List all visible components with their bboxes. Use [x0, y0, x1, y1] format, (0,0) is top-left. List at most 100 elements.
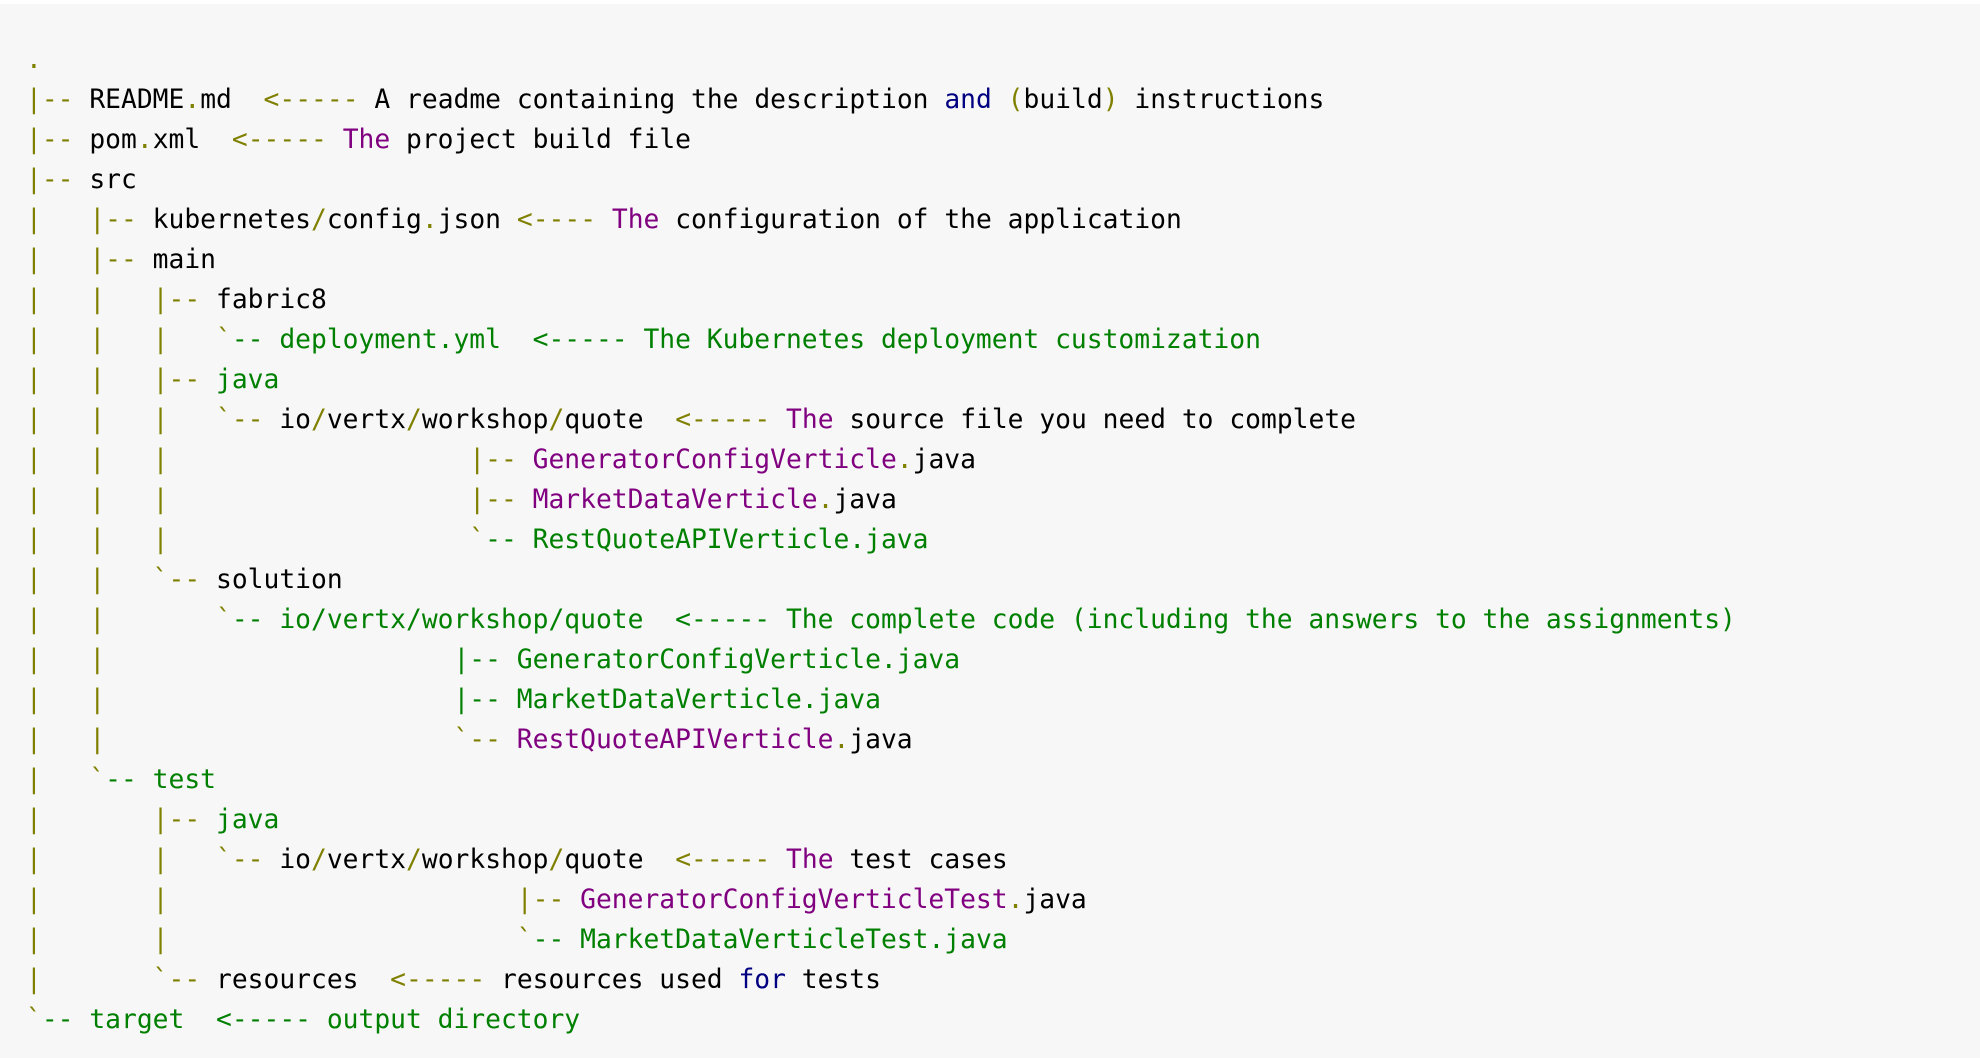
- tree-token: .: [817, 485, 834, 515]
- tree-token: .: [1007, 885, 1024, 915]
- tree-token: build: [1023, 85, 1103, 115]
- tree-line: `-- target <----- output directory: [26, 1000, 1736, 1040]
- tree-token: [992, 85, 1008, 115]
- tree-token: |--: [26, 125, 90, 155]
- tree-token: /: [406, 405, 422, 435]
- tree-token: <-----: [675, 405, 787, 435]
- tree-line: | | |-- GeneratorConfigVerticleTest.java: [26, 880, 1736, 920]
- tree-token: | | `--: [26, 845, 280, 875]
- tree-token: README: [89, 85, 185, 115]
- tree-token: xml: [152, 125, 232, 155]
- tree-token: java: [912, 445, 976, 475]
- tree-token: |--: [26, 85, 90, 115]
- tree-token: -- test: [105, 765, 216, 795]
- tree-token: | |: [26, 645, 454, 675]
- tree-token: | | |--: [26, 365, 216, 395]
- tree-token: /: [311, 205, 327, 235]
- tree-line: |-- README.md <----- A readme containing…: [26, 80, 1736, 120]
- tree-token: | | `--: [26, 725, 517, 755]
- tree-token: | |: [26, 685, 454, 715]
- tree-line: | | `-- solution: [26, 560, 1736, 600]
- tree-token: A readme containing the description: [374, 85, 945, 115]
- tree-token: The: [786, 405, 834, 435]
- tree-line: | `-- resources <----- resources used fo…: [26, 960, 1736, 1000]
- tree-token: The: [611, 205, 660, 235]
- tree-token: solution: [216, 565, 343, 595]
- tree-token: java: [216, 805, 280, 835]
- tree-token: /: [548, 845, 565, 875]
- tree-token: pom: [89, 125, 137, 155]
- tree-line: | | | `-- io/vertx/workshop/quote <-----…: [26, 400, 1736, 440]
- tree-token: kubernetes: [152, 205, 311, 235]
- tree-token: | | `: [26, 605, 232, 635]
- tree-token: -- MarketDataVerticleTest.java: [532, 925, 1008, 955]
- tree-token: io: [279, 405, 311, 435]
- tree-line: | | | `-- RestQuoteAPIVerticle.java: [26, 520, 1736, 560]
- tree-token: and: [944, 85, 992, 115]
- tree-token: workshop: [421, 845, 549, 875]
- tree-token: |-- MarketDataVerticle.java: [453, 685, 881, 715]
- tree-line: | | |-- fabric8: [26, 280, 1736, 320]
- tree-token: java: [1023, 885, 1087, 915]
- tree-token: instructions: [1118, 85, 1325, 115]
- tree-token: .: [896, 445, 913, 475]
- tree-token: /: [311, 405, 327, 435]
- tree-token: test cases: [833, 845, 1008, 875]
- tree-token: | | |--: [26, 885, 581, 915]
- tree-token: /: [548, 405, 565, 435]
- tree-token: .: [136, 125, 153, 155]
- tree-line: | |-- kubernetes/config.json <---- The c…: [26, 200, 1736, 240]
- tree-token: | |--: [26, 245, 153, 275]
- tree-token: <-----: [231, 125, 343, 155]
- tree-token: ): [1102, 85, 1119, 115]
- tree-token: | `: [26, 765, 106, 795]
- tree-token: | | | `: [26, 525, 486, 555]
- tree-token: | | |--: [26, 285, 216, 315]
- tree-token: GeneratorConfigVerticleTest: [580, 885, 1008, 915]
- tree-token: fabric8: [216, 285, 327, 315]
- tree-line: | | |-- GeneratorConfigVerticle.java: [26, 640, 1736, 680]
- tree-token: | `--: [26, 965, 216, 995]
- tree-token: The: [342, 125, 391, 155]
- tree-token: GeneratorConfigVerticle: [532, 445, 897, 475]
- tree-line: | | | |-- GeneratorConfigVerticle.java: [26, 440, 1736, 480]
- tree-token: vertx: [326, 845, 407, 875]
- tree-token: <----: [516, 205, 612, 235]
- tree-token: <-----: [675, 845, 787, 875]
- tree-token: | | `--: [26, 565, 216, 595]
- tree-token: | | | |--: [26, 485, 533, 515]
- tree-token: <-----: [390, 965, 501, 995]
- tree-token: json: [437, 205, 517, 235]
- tree-token: The: [786, 845, 834, 875]
- tree-token: -- RestQuoteAPIVerticle.java: [485, 525, 929, 555]
- code-block-panel: . |-- README.md <----- A readme containin…: [0, 4, 1980, 1058]
- tree-token: src: [89, 165, 137, 195]
- tree-line: | | `-- MarketDataVerticleTest.java: [26, 920, 1736, 960]
- tree-line: .: [26, 40, 1736, 80]
- tree-line: |-- pom.xml <----- The project build fil…: [26, 120, 1736, 160]
- tree-token: vertx: [326, 405, 407, 435]
- directory-tree-code: . |-- README.md <----- A readme containin…: [26, 40, 1736, 1040]
- tree-token: source file you need to complete: [833, 405, 1356, 435]
- tree-token: /: [311, 845, 327, 875]
- tree-token: /: [406, 845, 422, 875]
- tree-token: <-----: [263, 85, 375, 115]
- tree-token: configuration of the application: [659, 205, 1182, 235]
- tree-line: | |-- main: [26, 240, 1736, 280]
- tree-token: main: [152, 245, 217, 275]
- tree-token: RestQuoteAPIVerticle: [516, 725, 834, 755]
- tree-token: MarketDataVerticle: [532, 485, 818, 515]
- tree-token: io: [279, 845, 311, 875]
- tree-line: | | `-- io/vertx/workshop/quote <----- T…: [26, 840, 1736, 880]
- tree-line: | `-- test: [26, 760, 1736, 800]
- tree-token: `: [26, 1005, 42, 1035]
- tree-token: .: [26, 45, 42, 75]
- tree-token: | |--: [26, 805, 216, 835]
- tree-line: | | | |-- MarketDataVerticle.java: [26, 480, 1736, 520]
- tree-token: for: [738, 965, 786, 995]
- tree-line: | |-- java: [26, 800, 1736, 840]
- tree-token: .: [421, 205, 438, 235]
- tree-token: md: [200, 85, 264, 115]
- tree-token: | | | |--: [26, 445, 533, 475]
- tree-token: project build file: [390, 125, 691, 155]
